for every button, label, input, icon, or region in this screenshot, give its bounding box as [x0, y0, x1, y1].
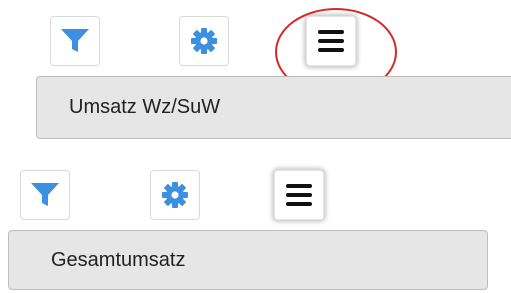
settings-button[interactable]: [179, 16, 229, 66]
panel-title-bar[interactable]: Gesamtumsatz: [8, 230, 488, 290]
hamburger-menu-icon: [286, 184, 312, 206]
filter-icon: [61, 29, 89, 52]
gear-icon: [162, 182, 188, 208]
filter-icon: [31, 183, 59, 206]
screenshot-canvas: Umsatz Wz/SuW Gesamtumsatz: [0, 0, 511, 293]
panel-title-bar[interactable]: Umsatz Wz/SuW: [36, 76, 511, 139]
menu-button[interactable]: [306, 16, 356, 66]
settings-button[interactable]: [150, 170, 200, 220]
panel-title: Umsatz Wz/SuW: [69, 96, 221, 118]
menu-button[interactable]: [274, 170, 324, 220]
gear-icon: [191, 28, 217, 54]
hamburger-menu-icon: [318, 30, 344, 52]
panel-title: Gesamtumsatz: [51, 248, 186, 271]
filter-button[interactable]: [20, 170, 70, 220]
filter-button[interactable]: [50, 16, 100, 66]
